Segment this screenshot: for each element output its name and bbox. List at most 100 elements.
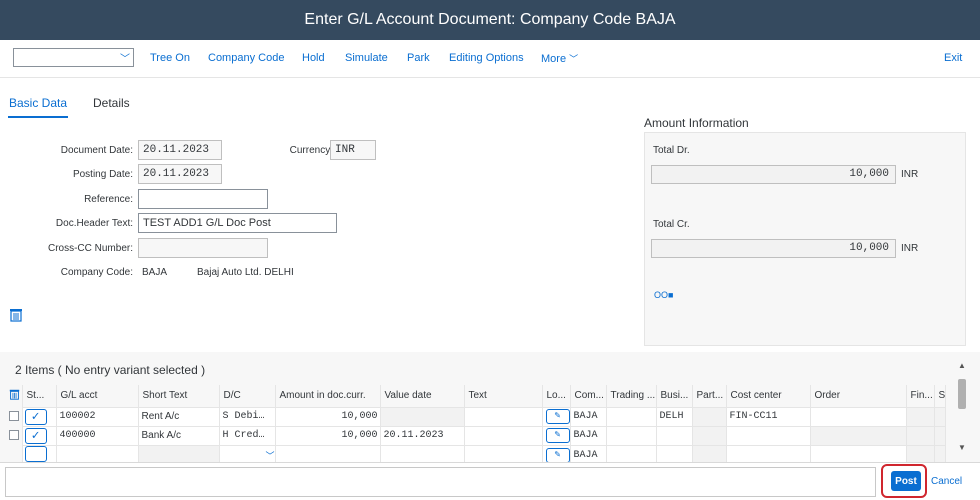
long-text-cell[interactable]: ✎	[541, 425, 571, 446]
column-header[interactable]: Busi...	[656, 385, 693, 407]
reference-label: Reference:	[84, 194, 133, 205]
short-text-cell[interactable]: Bank A/c	[137, 425, 220, 446]
doc-header-text-label: Doc.Header Text:	[55, 218, 133, 229]
tab-details[interactable]: Details	[93, 96, 130, 110]
business-area-cell[interactable]: DELH	[655, 406, 693, 427]
company-code-label: Company Code:	[60, 267, 133, 278]
column-header[interactable]: Short Text	[138, 385, 220, 407]
column-header[interactable]: Part...	[692, 385, 727, 407]
checkmark-icon[interactable]: ✓	[24, 408, 47, 425]
amount-information-panel: Total Dr. 10,000 INR Total Cr. 10,000 IN…	[644, 132, 966, 346]
column-header[interactable]: Amount in doc.curr.	[275, 385, 381, 407]
status-cell[interactable]: ✓	[21, 425, 57, 446]
text-cell[interactable]	[463, 425, 543, 446]
tab-basic-data[interactable]: Basic Data	[9, 96, 67, 110]
checkmark-icon[interactable]: ✓	[24, 427, 47, 444]
doc-header-text-field[interactable]: TEST ADD1 G/L Doc Post	[138, 213, 337, 233]
row-select[interactable]	[8, 426, 22, 445]
long-text-icon[interactable]: ✎	[545, 428, 569, 443]
reference-field[interactable]	[138, 189, 268, 209]
exit-button[interactable]: Exit	[944, 52, 962, 64]
chevron-down-icon[interactable]: ﹀	[265, 449, 274, 462]
more-button[interactable]: More ﹀	[541, 52, 578, 65]
value-date-cell[interactable]: 20.11.2023	[379, 425, 465, 446]
trading-partner-cell[interactable]	[605, 425, 657, 446]
tree-on-button[interactable]: Tree On	[150, 52, 190, 64]
long-text-icon[interactable]: ✎	[545, 448, 569, 463]
chevron-down-icon: ﹀	[569, 54, 579, 64]
table-settings-icon[interactable]	[9, 308, 25, 324]
balance-status-icon: OO■	[654, 290, 674, 300]
s-cell[interactable]	[933, 425, 946, 446]
column-header[interactable]: Cost center	[726, 385, 811, 407]
editing-options-button[interactable]: Editing Options	[449, 52, 524, 64]
currency-field[interactable]: INR	[330, 140, 376, 160]
document-date-field[interactable]: 20.11.2023	[138, 140, 222, 160]
column-header[interactable]: Order	[810, 385, 907, 407]
simulate-button[interactable]: Simulate	[345, 52, 388, 64]
column-header[interactable]: Lo...	[542, 385, 571, 407]
column-header[interactable]: Com...	[570, 385, 607, 407]
table-settings-icon[interactable]	[9, 389, 20, 400]
order-cell[interactable]	[809, 406, 907, 427]
table-row[interactable]: ✓ 100002 Rent A/c S Debi… 10,000 ✎ BAJA …	[8, 406, 946, 427]
cross-cc-number-field[interactable]	[138, 238, 268, 258]
company-name-value: Bajaj Auto Ltd. DELHI	[197, 267, 294, 278]
status-empty-button[interactable]	[24, 446, 47, 462]
gl-acct-cell[interactable]: 400000	[55, 425, 139, 446]
dc-cell[interactable]: S Debi…	[218, 406, 276, 427]
short-text-cell[interactable]: Rent A/c	[137, 406, 220, 427]
variant-select[interactable]: ﹀	[13, 48, 134, 67]
cancel-button[interactable]: Cancel	[931, 476, 962, 487]
posting-date-field[interactable]: 20.11.2023	[138, 164, 222, 184]
text-cell[interactable]	[463, 406, 543, 427]
total-cr-label: Total Cr.	[653, 219, 690, 230]
column-header[interactable]: D/C	[219, 385, 276, 407]
scrollbar-thumb[interactable]	[958, 379, 966, 409]
partner-cell[interactable]	[691, 406, 727, 427]
post-button[interactable]: Post	[891, 471, 921, 491]
status-cell[interactable]: ✓	[21, 406, 57, 427]
company-cell[interactable]: BAJA	[569, 425, 607, 446]
column-header[interactable]: S	[934, 385, 946, 407]
column-header[interactable]: St...	[22, 385, 57, 407]
cost-center-cell[interactable]	[725, 425, 811, 446]
scroll-down-icon[interactable]: ▼	[958, 443, 966, 452]
row-checkbox[interactable]	[9, 410, 19, 421]
column-header[interactable]: Trading ...	[606, 385, 657, 407]
column-select-all[interactable]	[8, 385, 23, 407]
scroll-up-icon[interactable]: ▲	[958, 361, 966, 370]
company-cell[interactable]: BAJA	[569, 406, 607, 427]
currency-label: Currency:	[289, 145, 333, 156]
column-header[interactable]: Value date	[380, 385, 465, 407]
long-text-icon[interactable]: ✎	[545, 409, 569, 424]
cost-center-cell[interactable]: FIN-CC11	[725, 406, 811, 427]
value-date-cell[interactable]	[379, 406, 465, 427]
gl-acct-cell[interactable]: 100002	[55, 406, 139, 427]
partner-cell[interactable]	[691, 425, 727, 446]
amount-cell[interactable]: 10,000	[274, 406, 381, 427]
row-select[interactable]	[8, 407, 22, 426]
long-text-cell[interactable]: ✎	[541, 406, 571, 427]
amount-cell[interactable]: 10,000	[274, 425, 381, 446]
park-button[interactable]: Park	[407, 52, 430, 64]
total-cr-currency: INR	[901, 243, 919, 254]
column-header[interactable]: Text	[464, 385, 543, 407]
hold-button[interactable]: Hold	[302, 52, 325, 64]
dc-cell[interactable]: H Cred…	[218, 425, 276, 446]
company-code-button[interactable]: Company Code	[208, 52, 284, 64]
fin-cell[interactable]	[905, 406, 935, 427]
table-row[interactable]: ✓ 400000 Bank A/c H Cred… 10,000 20.11.2…	[8, 425, 946, 446]
fin-cell[interactable]	[905, 425, 935, 446]
business-area-cell[interactable]	[655, 425, 693, 446]
column-header[interactable]: Fin...	[906, 385, 935, 407]
s-cell[interactable]	[933, 406, 946, 427]
window-title: Enter G/L Account Document: Company Code…	[304, 11, 676, 28]
column-header[interactable]: G/L acct	[56, 385, 139, 407]
items-vertical-scrollbar[interactable]: ▲ ▼	[957, 361, 967, 460]
order-cell[interactable]	[809, 425, 907, 446]
cross-cc-number-label: Cross-CC Number:	[47, 243, 133, 254]
posting-date-label: Posting Date:	[72, 169, 133, 180]
trading-partner-cell[interactable]	[605, 406, 657, 427]
row-checkbox[interactable]	[9, 429, 19, 440]
